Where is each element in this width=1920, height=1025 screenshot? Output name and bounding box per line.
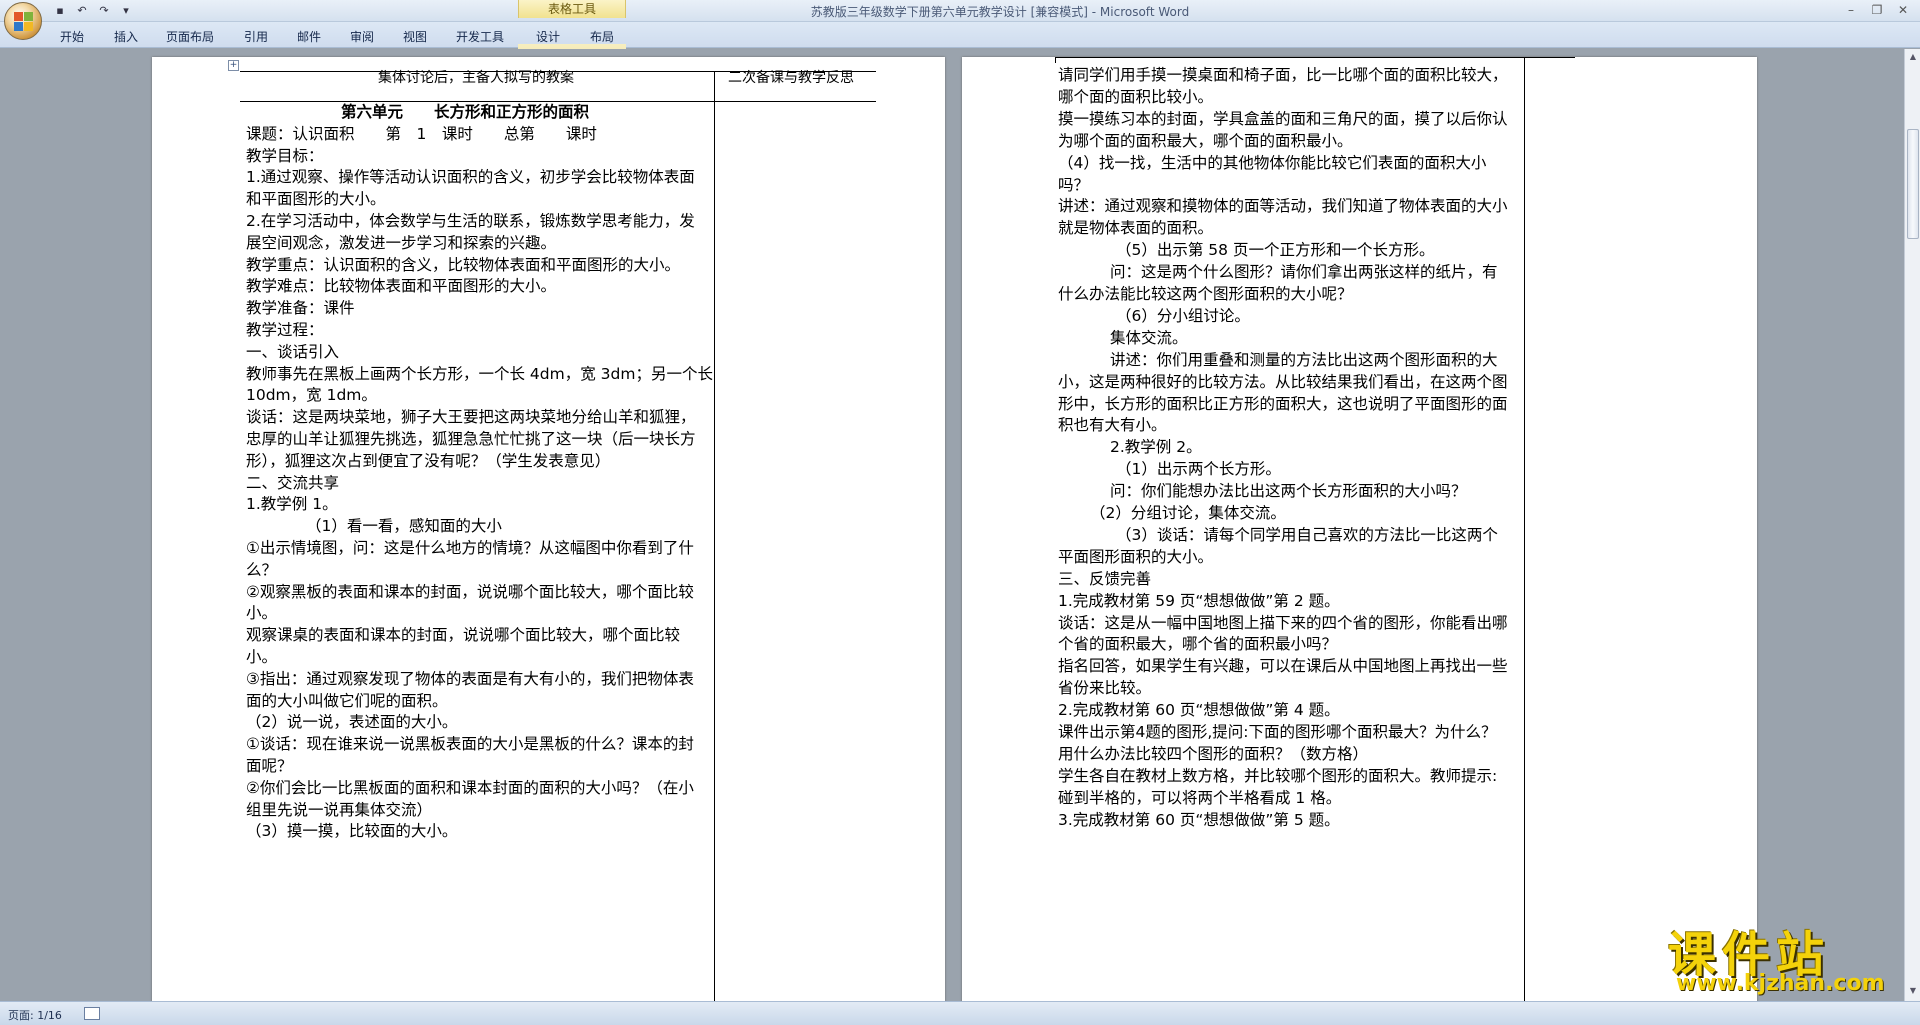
document-page-2[interactable]: 请同学们用手摸一摸桌面和椅子面，比一比哪个面的面积比较大， 哪个面的面积比较小。摸… <box>962 57 1757 1001</box>
lesson-plan-line: 3.完成教材第 60 页“想想做做”第 5 题。 <box>1058 810 1340 829</box>
tab-insert[interactable]: 插入 <box>114 28 138 45</box>
vertical-scrollbar[interactable]: ▲ ▼ <box>1904 49 1920 1001</box>
quick-access-toolbar: ▪ ↶ ↷ ▾ <box>52 2 134 18</box>
table-top-border <box>1055 57 1575 58</box>
status-bar: 页面: 1/16 <box>0 1001 1920 1025</box>
title-bar: ▪ ↶ ↷ ▾ 表格工具 苏教版三年级数学下册第六单元教学设计 [兼容模式] -… <box>0 0 1920 22</box>
scroll-down-icon[interactable]: ▼ <box>1907 985 1919 997</box>
office-button[interactable] <box>4 2 42 40</box>
lesson-plan-line: （3）摸一摸，比较面的大小。 <box>246 822 458 841</box>
document-page-1[interactable]: + 集体讨论后，主备人拟写的教案 二次备课与教学反思 第六单元 长方形和正方形的… <box>152 57 945 1001</box>
restore-icon[interactable]: ❐ <box>1864 1 1890 19</box>
undo-icon[interactable]: ↶ <box>74 2 90 18</box>
lesson-plan-line: ①谈话：现在谁来说一说黑板表面的大小是黑板的什么？课本的封 <box>246 735 694 754</box>
scroll-up-icon[interactable]: ▲ <box>1907 51 1919 63</box>
contextual-tab-group-label: 表格工具 <box>518 0 626 18</box>
scroll-thumb[interactable] <box>1907 129 1919 239</box>
table-column-divider <box>1524 57 1525 1001</box>
table-header-reflection: 二次备课与教学反思 <box>728 70 854 86</box>
window-controls: – ❐ ✕ <box>1838 1 1916 19</box>
tab-page-layout[interactable]: 页面布局 <box>166 28 214 45</box>
office-logo-icon <box>14 12 34 32</box>
document-workspace[interactable]: + 集体讨论后，主备人拟写的教案 二次备课与教学反思 第六单元 长方形和正方形的… <box>0 49 1904 1001</box>
lesson-plan-line: ①出示情境图，问：这是什么地方的情境？从这幅图中你看到了什 <box>246 539 694 557</box>
table-left-border <box>1055 57 1056 63</box>
tab-developer[interactable]: 开发工具 <box>456 28 504 45</box>
window-title: 苏教版三年级数学下册第六单元教学设计 [兼容模式] - Microsoft Wo… <box>810 5 1190 19</box>
redo-icon[interactable]: ↷ <box>96 2 112 18</box>
table-column-divider <box>714 71 715 1001</box>
proofing-icon[interactable] <box>84 1007 100 1020</box>
ribbon-tabs: 开始 插入 页面布局 引用 邮件 审阅 视图 开发工具 设计 布局 ? <box>0 22 1920 70</box>
save-icon[interactable]: ▪ <box>52 2 68 18</box>
watermark-url: www.kjzhan.com <box>1676 971 1885 996</box>
page-count[interactable]: 页面: 1/16 <box>8 1007 62 1023</box>
watermark-logo: 课件站 www.kjzhan.com <box>1662 915 1902 996</box>
tab-view[interactable]: 视图 <box>403 28 427 45</box>
minimize-icon[interactable]: – <box>1838 1 1864 19</box>
table-header-lesson-plan: 集体讨论后，主备人拟写的教案 <box>378 70 574 86</box>
tab-home[interactable]: 开始 <box>60 28 84 45</box>
tab-references[interactable]: 引用 <box>244 28 268 45</box>
table-move-handle-icon[interactable]: + <box>228 60 239 71</box>
tab-review[interactable]: 审阅 <box>350 28 374 45</box>
lesson-plan-line: 观察课桌的表面和课本的封面，说说哪个面比较大，哪个面比较 <box>246 626 681 645</box>
lesson-plan-line: ②观察黑板的表面和课本的封面，说说哪个面比较大，哪个面比较 <box>246 582 694 601</box>
tab-mailings[interactable]: 邮件 <box>297 28 321 45</box>
lesson-plan-line: （4）找一找，生活中的其他物体你能比较它们表面的面积大小 <box>1058 153 1487 172</box>
customize-qat-icon[interactable]: ▾ <box>118 2 134 18</box>
close-icon[interactable]: ✕ <box>1890 1 1916 19</box>
tab-layout[interactable]: 布局 <box>590 28 614 45</box>
tab-design[interactable]: 设计 <box>536 28 560 45</box>
